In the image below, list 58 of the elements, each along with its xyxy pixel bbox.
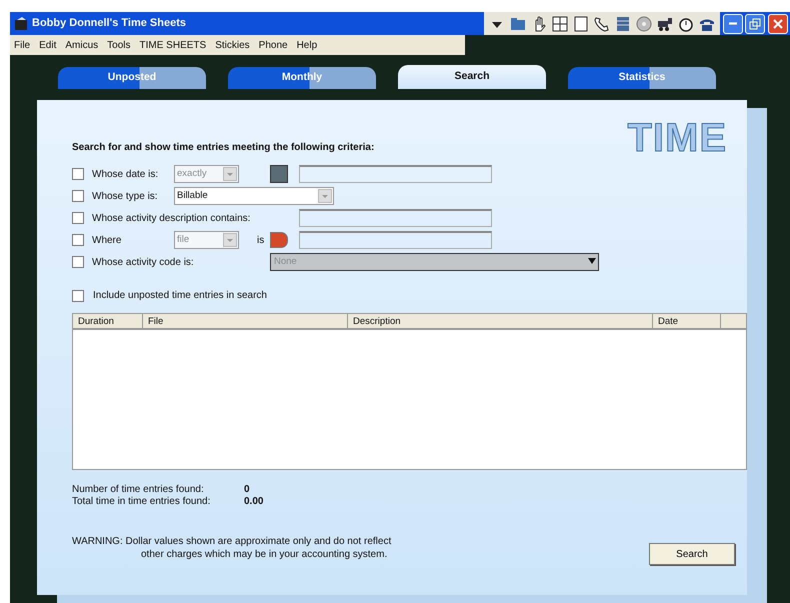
menu-item[interactable]: File <box>14 38 30 52</box>
window-title: Bobby Donnell's Time Sheets <box>32 16 186 32</box>
criterion-label: Whose date is: <box>92 168 160 182</box>
criterion-label: Whose type is: <box>92 190 159 204</box>
calendar-icon[interactable] <box>270 165 288 183</box>
panes-icon[interactable] <box>551 14 569 32</box>
text-field[interactable] <box>299 165 492 183</box>
warning-text: WARNING: Dollar values shown are approximate only and do not reflect <box>72 535 392 548</box>
maximize-button[interactable] <box>745 14 765 34</box>
dropdown-field[interactable]: Billable <box>174 187 334 205</box>
phone-icon[interactable] <box>593 14 611 32</box>
maximize-icon <box>749 18 761 30</box>
minimize-button[interactable] <box>722 14 742 34</box>
close-button[interactable] <box>768 14 788 34</box>
tab[interactable]: Search <box>398 65 546 89</box>
criterion-label: Whose activity description contains: <box>92 212 252 226</box>
menu-item[interactable]: Help <box>296 38 318 52</box>
is-label: is <box>257 234 266 248</box>
checkbox[interactable] <box>72 290 84 302</box>
checkbox[interactable] <box>72 234 84 246</box>
checkbox-label: Include unposted time entries in search <box>93 289 267 303</box>
caret-icon <box>586 256 598 266</box>
menu-item[interactable]: Stickies <box>215 38 250 52</box>
stat-value: 0.00 <box>244 496 264 508</box>
tab[interactable]: Unposted <box>58 67 206 89</box>
tab[interactable]: Statistics <box>568 67 716 89</box>
tag-icon[interactable] <box>270 232 288 248</box>
criterion-label: Whose activity code is: <box>92 256 195 270</box>
column-header[interactable]: Description <box>348 314 653 328</box>
column-header[interactable]: Date <box>653 314 721 328</box>
criterion-label: Where <box>92 234 122 248</box>
criteria-heading: Search for and show time entries meeting the following criteria: <box>72 141 376 155</box>
tab[interactable]: Monthly <box>228 67 376 89</box>
stack-icon[interactable] <box>614 14 632 32</box>
menu-item[interactable]: Amicus <box>65 38 98 52</box>
time-logo: TIME <box>627 115 727 162</box>
stat-label: Total time in time entries found: <box>72 496 212 508</box>
stat-value: 0 <box>244 484 251 496</box>
disk-icon[interactable] <box>635 14 653 32</box>
text-field[interactable] <box>299 209 492 227</box>
menu-item[interactable]: Phone <box>258 38 288 52</box>
stat-label: Number of time entries found: <box>72 484 205 496</box>
minimize-icon <box>728 22 736 25</box>
text-field[interactable] <box>299 231 492 249</box>
column-header[interactable]: Duration <box>73 314 143 328</box>
column-header[interactable]: File <box>143 314 348 328</box>
menu-item[interactable]: Edit <box>39 38 56 52</box>
page-icon[interactable] <box>572 14 590 32</box>
checkbox[interactable] <box>72 190 84 202</box>
checkbox[interactable] <box>72 168 84 180</box>
menu-item[interactable]: Tools <box>107 38 131 52</box>
checkbox[interactable] <box>72 256 84 268</box>
checkbox[interactable] <box>72 212 84 224</box>
app-icon <box>14 16 28 30</box>
warning-text: other charges which may be in your accounting system. <box>140 548 388 561</box>
menu-item[interactable]: TIME SHEETS <box>140 38 206 52</box>
search-button[interactable]: Search <box>649 543 735 565</box>
close-icon <box>772 18 782 28</box>
